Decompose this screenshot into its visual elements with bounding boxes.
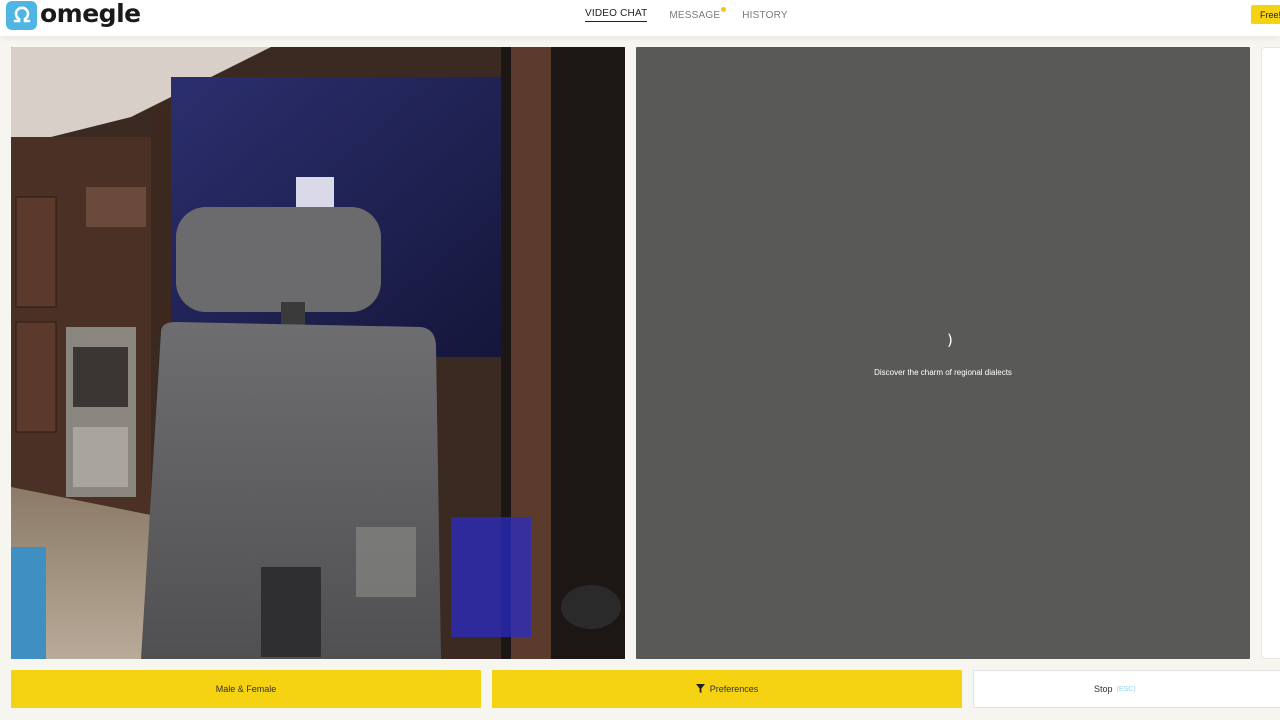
preferences-label: Preferences bbox=[709, 684, 759, 694]
preferences-button[interactable]: Preferences bbox=[492, 670, 962, 708]
filter-icon bbox=[695, 683, 705, 695]
stop-button[interactable]: Stop (ESC) bbox=[973, 670, 1280, 708]
main-nav: VIDEO CHAT MESSAGE HISTORY bbox=[585, 0, 788, 30]
gender-filter-label: Male & Female bbox=[215, 684, 277, 694]
stop-label: Stop bbox=[1094, 684, 1113, 694]
self-video-feed bbox=[11, 47, 625, 659]
logo-wordmark: omegle bbox=[40, 0, 141, 28]
notification-dot bbox=[721, 6, 727, 12]
omega-icon bbox=[6, 0, 37, 30]
nav-message-label: MESSAGE bbox=[669, 9, 721, 21]
free-button[interactable]: Free! bbox=[1251, 5, 1280, 24]
stop-shortcut-hint: (ESC) bbox=[1116, 685, 1136, 693]
connection-status-text: Discover the charm of regional dialects bbox=[874, 368, 1012, 377]
loading-spinner-icon: ) bbox=[947, 331, 953, 349]
nav-video-chat[interactable]: VIDEO CHAT bbox=[585, 8, 648, 22]
gender-filter-button[interactable]: Male & Female bbox=[11, 670, 481, 708]
nav-history[interactable]: HISTORY bbox=[742, 10, 788, 21]
top-header: omegle VIDEO CHAT MESSAGE HISTORY Free! bbox=[0, 0, 1280, 36]
nav-message[interactable]: MESSAGE bbox=[669, 6, 727, 21]
stranger-video-panel: ) Discover the charm of regional dialect… bbox=[636, 47, 1250, 659]
camera-scene bbox=[11, 47, 625, 659]
side-chat-panel[interactable] bbox=[1261, 47, 1280, 659]
omegle-logo[interactable]: omegle bbox=[6, 0, 141, 30]
